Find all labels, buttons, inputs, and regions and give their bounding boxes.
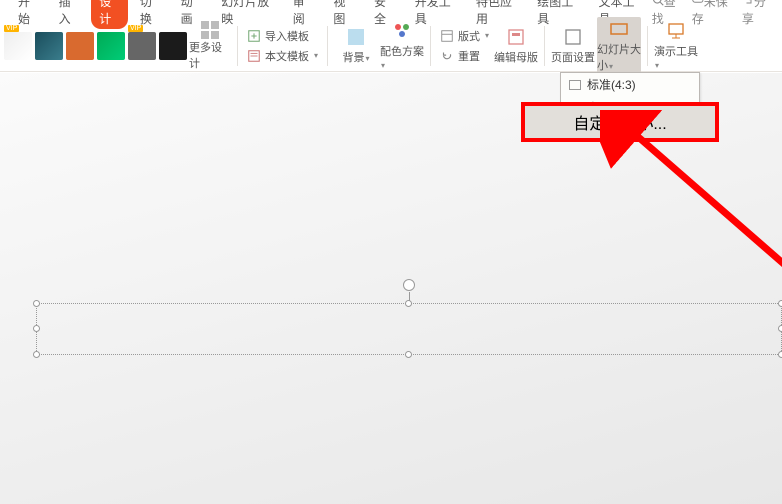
theme-thumb[interactable] <box>35 32 63 60</box>
reset-button[interactable]: 重置 <box>437 46 492 66</box>
resize-handle[interactable] <box>33 351 40 358</box>
menu-tabs: 开始 插入 设计 切换 动画 幻灯片放映 审阅 视图 安全 开发工具 特色应用 … <box>0 0 782 20</box>
share-icon <box>742 0 754 6</box>
reset-icon <box>440 49 454 63</box>
size-custom-label: 自定义大小... <box>573 116 666 133</box>
edit-master-label: 编辑母版 <box>494 49 538 65</box>
resize-handle[interactable] <box>778 351 782 358</box>
presenter-tools-button[interactable]: 演示工具 ▾ <box>654 21 698 71</box>
theme-thumb[interactable] <box>159 32 187 60</box>
tab-drawing[interactable]: 绘图工具 <box>529 0 586 29</box>
tab-insert[interactable]: 插入 <box>51 0 88 29</box>
background-button[interactable]: 背景▾ <box>334 27 378 65</box>
theme-thumb[interactable] <box>97 32 125 60</box>
tab-view[interactable]: 视图 <box>325 0 362 29</box>
chevron-down-icon: ▾ <box>314 51 318 60</box>
separator <box>647 26 648 66</box>
resize-handle[interactable] <box>33 300 40 307</box>
doc-template-label: 本文模板 <box>265 48 309 64</box>
chevron-down-icon: ▾ <box>609 62 613 71</box>
template-group: 导入模板 本文模板 ▾ <box>244 26 321 66</box>
chevron-down-icon: ▾ <box>485 31 489 40</box>
ratio-icon <box>569 80 581 90</box>
text-placeholder[interactable] <box>36 303 782 355</box>
presenter-icon <box>666 21 686 41</box>
import-template-button[interactable]: 导入模板 <box>244 26 321 46</box>
share-button[interactable]: 分享 <box>742 0 772 27</box>
tab-design[interactable]: 设计 <box>91 0 128 29</box>
annotation-highlight: 自定义大小... <box>521 102 719 142</box>
layout-icon <box>440 29 454 43</box>
more-design-button[interactable]: 更多设计 <box>189 21 231 71</box>
doc-template-icon <box>247 49 261 63</box>
presenter-tools-label: 演示工具 <box>654 46 698 58</box>
theme-thumbnails[interactable]: VIP VIP <box>4 32 187 60</box>
more-design-label: 更多设计 <box>189 39 231 71</box>
palette-icon <box>392 21 412 41</box>
vip-badge: VIP <box>4 25 19 32</box>
theme-thumb[interactable]: VIP <box>4 32 32 60</box>
search-icon <box>652 0 664 6</box>
layout-button[interactable]: 版式 ▾ <box>437 26 492 46</box>
slide-size-label: 幻灯片大小 <box>597 44 641 72</box>
resize-handle[interactable] <box>778 325 782 332</box>
theme-thumb[interactable] <box>66 32 94 60</box>
rotate-handle[interactable] <box>403 279 415 291</box>
doc-template-button[interactable]: 本文模板 ▾ <box>244 46 321 66</box>
theme-thumb[interactable]: VIP <box>128 32 156 60</box>
reset-label: 重置 <box>458 48 480 64</box>
import-template-label: 导入模板 <box>265 28 309 44</box>
layout-label: 版式 <box>458 28 480 44</box>
resize-handle[interactable] <box>405 300 412 307</box>
page-setup-button[interactable]: 页面设置 <box>551 27 595 65</box>
size-standard-label: 标准(4:3) <box>587 76 636 93</box>
chevron-down-icon: ▾ <box>381 61 385 70</box>
slide-size-button[interactable]: 幻灯片大小▾ <box>597 17 641 75</box>
chevron-down-icon: ▾ <box>655 61 659 70</box>
resize-handle[interactable] <box>33 325 40 332</box>
vip-badge: VIP <box>128 25 143 32</box>
size-custom-item[interactable]: 自定义大小... <box>525 106 715 138</box>
separator <box>430 26 431 66</box>
grid-icon <box>201 21 219 39</box>
background-label: 背景 <box>343 52 365 64</box>
slide-content <box>36 303 782 361</box>
background-icon <box>346 27 366 47</box>
master-icon <box>506 27 526 47</box>
chevron-down-icon: ▾ <box>366 54 370 63</box>
resize-handle[interactable] <box>405 351 412 358</box>
color-scheme-label: 配色方案 <box>380 46 424 58</box>
edit-master-button[interactable]: 编辑母版 <box>494 27 538 65</box>
import-icon <box>247 29 261 43</box>
page-setup-label: 页面设置 <box>551 49 595 65</box>
page-setup-icon <box>563 27 583 47</box>
layout-group: 版式 ▾ 重置 <box>437 26 492 66</box>
cloud-icon <box>692 0 704 6</box>
separator <box>327 26 328 66</box>
color-scheme-button[interactable]: 配色方案 ▾ <box>380 21 424 71</box>
size-standard-item[interactable]: 标准(4:3) <box>561 73 699 96</box>
separator <box>237 26 238 66</box>
separator <box>544 26 545 66</box>
resize-handle[interactable] <box>778 300 782 307</box>
slide-size-icon <box>609 19 629 39</box>
